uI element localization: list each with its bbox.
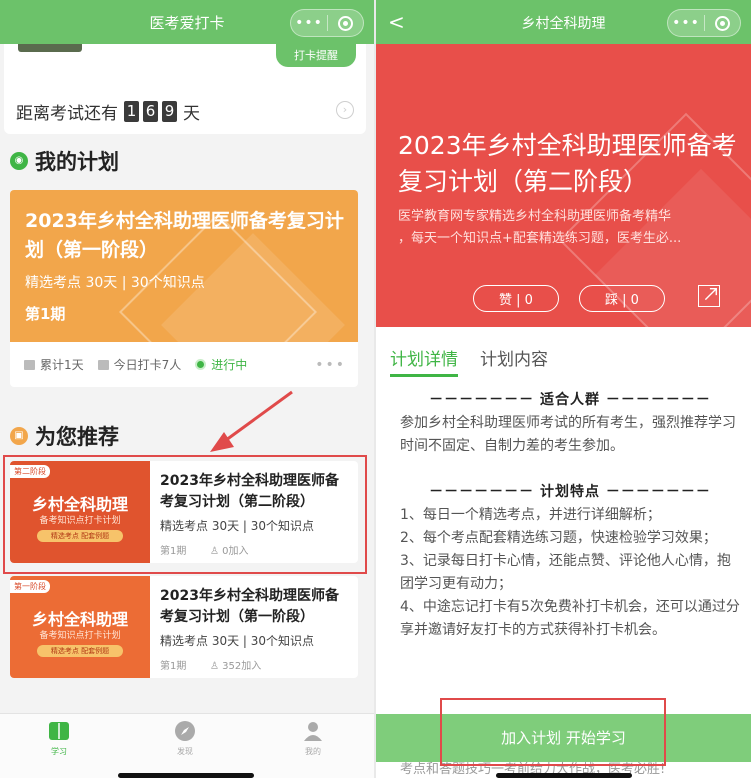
plan-hero: < 乡村全科助理 ••• 2023年乡村全科助理医师备考复习计划（第二阶段） 医… bbox=[376, 0, 751, 327]
tab-study[interactable]: 学习 bbox=[34, 720, 84, 757]
tab-mine[interactable]: 我的 bbox=[288, 720, 338, 757]
share-arrow-icon bbox=[704, 288, 717, 301]
exam-countdown: 距离考试还有 1 6 9 天 bbox=[16, 99, 200, 124]
audience-text: 参加乡村全科助理医师考试的所有考生，强烈推荐学习时间不固定、自制力差的考生参加。 bbox=[400, 415, 736, 454]
rec-joined: ♙ 352加入 bbox=[210, 657, 261, 672]
rec-title: 2023年乡村全科助理医师备考复习计划（第一阶段） bbox=[160, 588, 339, 625]
plan-period: 第1期 bbox=[25, 305, 66, 323]
close-target-icon[interactable] bbox=[328, 15, 363, 31]
stage-tag: 第一阶段 bbox=[10, 580, 50, 593]
share-icon[interactable] bbox=[698, 285, 720, 307]
plan-badge-icon: ◉ bbox=[10, 152, 28, 170]
today-checkin-stat: 今日打卡7人 bbox=[97, 356, 182, 373]
feature-line: 2、每个考点配套精选练习题，快速检验学习效果； bbox=[400, 530, 717, 546]
audience-section: －－－－－－－ 适合人群 －－－－－－－ 参加乡村全科助理医师考试的所有考生，强… bbox=[400, 389, 740, 458]
right-phone: < 乡村全科助理 ••• 2023年乡村全科助理医师备考复习计划（第二阶段） 医… bbox=[376, 0, 751, 778]
person-icon: ♙ bbox=[210, 661, 223, 672]
countdown-card: 打卡提醒 距离考试还有 1 6 9 天 › bbox=[4, 44, 366, 134]
countdown-prefix: 距离考试还有 bbox=[16, 104, 118, 124]
user-thumbnail bbox=[18, 44, 82, 52]
highlight-box bbox=[3, 455, 367, 574]
mini-program-capsule[interactable]: ••• bbox=[667, 9, 741, 37]
chevron-right-icon[interactable]: › bbox=[336, 101, 354, 119]
calendar-icon bbox=[24, 359, 35, 370]
tab-label: 我的 bbox=[305, 747, 321, 756]
feature-line: 1、每日一个精选考点，并进行详细解析； bbox=[400, 507, 661, 523]
status-badge: 进行中 bbox=[195, 356, 247, 373]
total-days-stat: 累计1天 bbox=[24, 356, 84, 373]
highlight-box bbox=[440, 698, 666, 766]
hero-description: 医学教育网专家精选乡村全科助理医师备考精华 ，每天一个知识点+配套精选练习题，医… bbox=[398, 206, 751, 250]
stat-text: 累计1天 bbox=[40, 358, 84, 372]
feature-line: 3、记录每日打卡心情，还能点赞、评论他人心情，抱团学习更有动力； bbox=[400, 553, 731, 592]
person-icon bbox=[304, 722, 322, 741]
countdown-suffix: 天 bbox=[183, 104, 200, 124]
bottom-tabbar: 学习 发现 我的 bbox=[0, 713, 374, 778]
section-title: 我的计划 bbox=[35, 150, 119, 174]
compass-icon bbox=[175, 721, 195, 741]
left-phone: 医考爱打卡 ••• 打卡提醒 距离考试还有 1 6 9 天 › ◉ 我的计划 2… bbox=[0, 0, 374, 778]
tab-plan-content[interactable]: 计划内容 bbox=[480, 345, 548, 377]
desc-line: 医学教育网专家精选乡村全科助理医师备考精华 bbox=[398, 209, 672, 224]
recommend-item-stage1[interactable]: 第一阶段 乡村全科助理 备考知识点打卡计划 精选考点 配套例题 2023年乡村全… bbox=[10, 576, 358, 678]
hero-title: 2023年乡村全科助理医师备考复习计划（第二阶段） bbox=[398, 131, 737, 196]
detail-tabs: 计划详情 计划内容 bbox=[390, 345, 570, 377]
countdown-digit: 9 bbox=[162, 101, 177, 122]
thumb-pill: 精选考点 配套例题 bbox=[37, 645, 123, 657]
home-indicator bbox=[496, 773, 632, 778]
status-dot-icon bbox=[195, 359, 207, 370]
features-heading: －－－－－－－ 计划特点 －－－－－－－ bbox=[429, 484, 711, 500]
rec-period: 第1期 bbox=[160, 661, 187, 672]
features-section: －－－－－－－ 计划特点 －－－－－－－ 1、每日一个精选考点，并进行详细解析；… bbox=[400, 481, 740, 642]
book-icon bbox=[49, 722, 69, 740]
desc-line: ，每天一个知识点+配套精选练习题，医考生必... bbox=[398, 231, 682, 246]
my-plan-heading: ◉ 我的计划 bbox=[10, 146, 119, 176]
plan-title: 2023年乡村全科助理医师备考复习计划（第一阶段） bbox=[25, 210, 344, 261]
section-title: 为您推荐 bbox=[35, 425, 119, 449]
checkin-remind-button[interactable]: 打卡提醒 bbox=[276, 44, 356, 67]
like-button[interactable]: 赞 | 0 bbox=[473, 285, 559, 312]
plan-footer: 累计1天 今日打卡7人 进行中 ••• bbox=[10, 342, 358, 387]
more-dots-icon[interactable]: ••• bbox=[315, 357, 346, 373]
status-text: 进行中 bbox=[211, 358, 248, 372]
stat-text: 今日打卡7人 bbox=[113, 358, 182, 372]
more-dots-icon[interactable]: ••• bbox=[668, 15, 704, 31]
thumb-title: 乡村全科助理 bbox=[31, 610, 128, 629]
mini-program-capsule[interactable]: ••• bbox=[290, 9, 364, 37]
more-dots-icon[interactable]: ••• bbox=[291, 15, 327, 31]
joined-count: 352加入 bbox=[222, 661, 262, 672]
plan-banner: 2023年乡村全科助理医师备考复习计划（第一阶段） 精选考点 30天 | 30个… bbox=[10, 190, 358, 342]
countdown-digit: 6 bbox=[143, 101, 158, 122]
tab-label: 发现 bbox=[177, 747, 193, 756]
countdown-digit: 1 bbox=[124, 101, 139, 122]
my-plan-card[interactable]: 2023年乡村全科助理医师备考复习计划（第一阶段） 精选考点 30天 | 30个… bbox=[10, 190, 358, 387]
home-indicator bbox=[118, 773, 254, 778]
calendar-check-icon bbox=[97, 359, 109, 370]
recommend-heading: ▣ 为您推荐 bbox=[10, 421, 119, 451]
tab-plan-details[interactable]: 计划详情 bbox=[390, 345, 458, 377]
recommend-badge-icon: ▣ bbox=[10, 427, 28, 445]
screenshot: 医考爱打卡 ••• 打卡提醒 距离考试还有 1 6 9 天 › ◉ 我的计划 2… bbox=[0, 0, 751, 778]
left-header: 医考爱打卡 ••• bbox=[0, 0, 374, 44]
tab-label: 学习 bbox=[51, 747, 67, 756]
tab-discover[interactable]: 发现 bbox=[160, 720, 210, 757]
thumb-subtitle: 备考知识点打卡计划 bbox=[39, 631, 121, 641]
audience-heading: －－－－－－－ 适合人群 －－－－－－－ bbox=[429, 392, 711, 408]
plan-subtitle: 精选考点 30天 | 30个知识点 bbox=[25, 275, 205, 291]
feature-line: 4、中途忘记打卡有5次免费补打卡机会，还可以通过分享并邀请好友打卡的方式获得补打… bbox=[400, 599, 740, 638]
close-target-icon[interactable] bbox=[705, 15, 740, 31]
rec-subtitle: 精选考点 30天 | 30个知识点 bbox=[160, 634, 315, 648]
plan-thumbnail: 第一阶段 乡村全科助理 备考知识点打卡计划 精选考点 配套例题 bbox=[10, 576, 150, 678]
dislike-button[interactable]: 踩 | 0 bbox=[579, 285, 665, 312]
